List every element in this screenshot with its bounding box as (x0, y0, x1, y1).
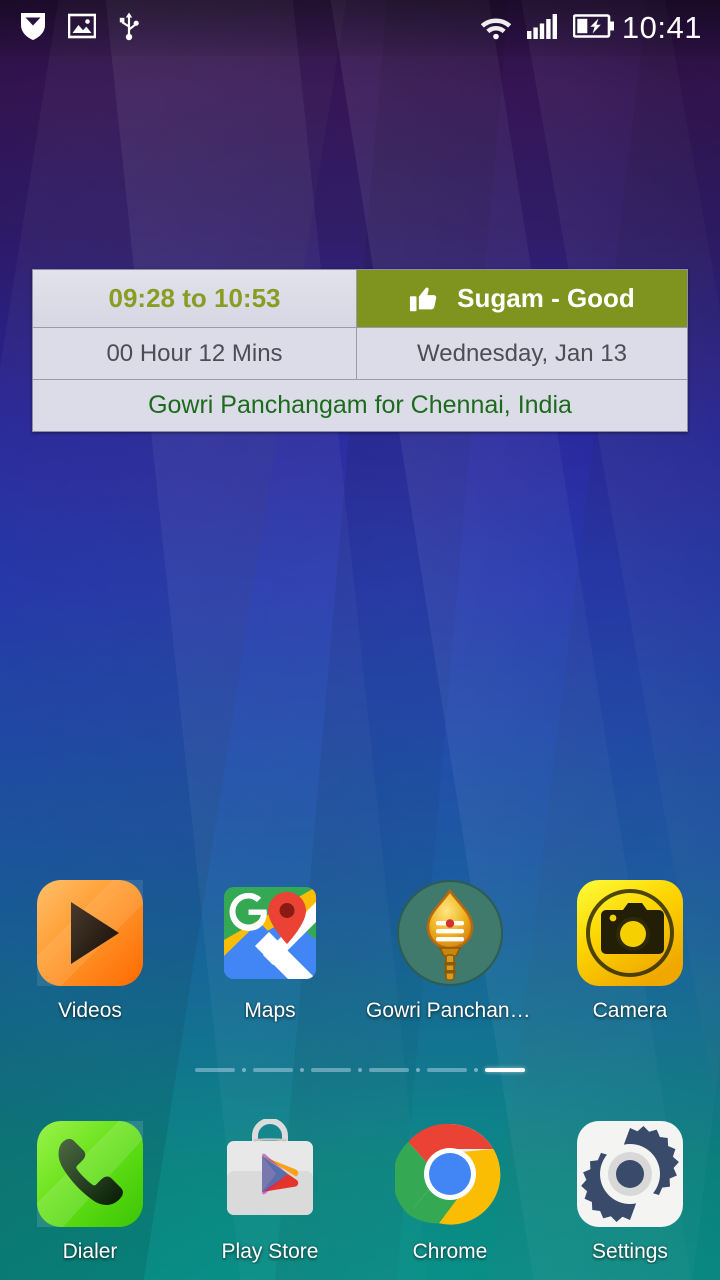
page-dash[interactable] (311, 1068, 351, 1072)
chrome-icon (392, 1119, 505, 1229)
app-label: Settings (592, 1240, 668, 1263)
page-pip (416, 1068, 420, 1072)
status-bar-clock: 10:41 (621, 10, 702, 45)
videos-icon (35, 878, 145, 988)
app-label: Dialer (62, 1240, 118, 1263)
app-icon-camera[interactable]: Camera (540, 878, 720, 1023)
camera-icon (575, 878, 685, 988)
image-icon (67, 12, 97, 45)
app-icon-chrome[interactable]: Chrome (360, 1119, 540, 1264)
widget-location[interactable]: Gowri Panchangam for Chennai, India (33, 379, 687, 431)
app-label: Maps (244, 999, 296, 1022)
app-icon-gowri-panchangam[interactable]: Gowri Panchang... (360, 878, 540, 1023)
usb-icon (118, 11, 140, 46)
thumbs-up-icon (409, 284, 439, 314)
widget-quality-cell[interactable]: Sugam - Good (357, 270, 687, 327)
page-pip (358, 1068, 362, 1072)
app-icon-play-store[interactable]: Play Store (180, 1118, 360, 1264)
dialer-icon (35, 1119, 145, 1229)
widget-row-bottom: Gowri Panchangam for Chennai, India (33, 379, 687, 431)
app-icon-settings[interactable]: Settings (540, 1119, 720, 1264)
maps-icon (215, 878, 325, 988)
page-pip (474, 1068, 478, 1072)
app-label: Videos (58, 999, 122, 1022)
widget-duration: 00 Hour 12 Mins (33, 327, 357, 379)
app-row-1: Videos Maps Gowri Panchang... Camera (0, 878, 720, 1023)
app-label: Play Store (221, 1240, 319, 1263)
page-dash-active[interactable] (485, 1068, 525, 1072)
gowri-panchangam-widget[interactable]: 09:28 to 10:53 Sugam - Good 00 Hour 12 M… (32, 269, 688, 432)
widget-row-middle: 00 Hour 12 Mins Wednesday, Jan 13 (33, 327, 687, 379)
page-dash[interactable] (369, 1068, 409, 1072)
app-icon-maps[interactable]: Maps (180, 878, 360, 1023)
widget-date: Wednesday, Jan 13 (357, 327, 687, 379)
shield-badge-icon (20, 11, 46, 46)
app-label: Gowri Panchang... (366, 999, 534, 1022)
app-label: Camera (592, 999, 668, 1022)
wallpaper (0, 0, 720, 1280)
signal-icon (526, 12, 560, 45)
status-bar-left-icons (20, 11, 140, 46)
app-row-2: Dialer Play Store Chrome Settings (0, 1118, 720, 1264)
app-icon-videos[interactable]: Videos (0, 878, 180, 1023)
wallpaper-vignette (0, 0, 720, 1280)
status-bar[interactable]: 10:41 (0, 0, 720, 56)
page-pip (242, 1068, 246, 1072)
play-store-icon (215, 1118, 325, 1229)
widget-row-top: 09:28 to 10:53 Sugam - Good (33, 270, 687, 327)
page-indicator[interactable] (0, 1068, 720, 1072)
widget-quality-label: Sugam - Good (457, 283, 635, 313)
app-icon-dialer[interactable]: Dialer (0, 1119, 180, 1264)
battery-charging-icon (572, 13, 615, 44)
wifi-icon (479, 12, 513, 45)
page-dash[interactable] (427, 1068, 467, 1072)
page-dash[interactable] (253, 1068, 293, 1072)
page-pip (300, 1068, 304, 1072)
status-bar-right-icons (479, 12, 615, 45)
settings-icon (575, 1119, 685, 1229)
widget-time-range[interactable]: 09:28 to 10:53 (33, 270, 357, 327)
page-dash[interactable] (195, 1068, 235, 1072)
app-label: Chrome (412, 1240, 488, 1263)
gowri-panchangam-icon (395, 878, 505, 988)
